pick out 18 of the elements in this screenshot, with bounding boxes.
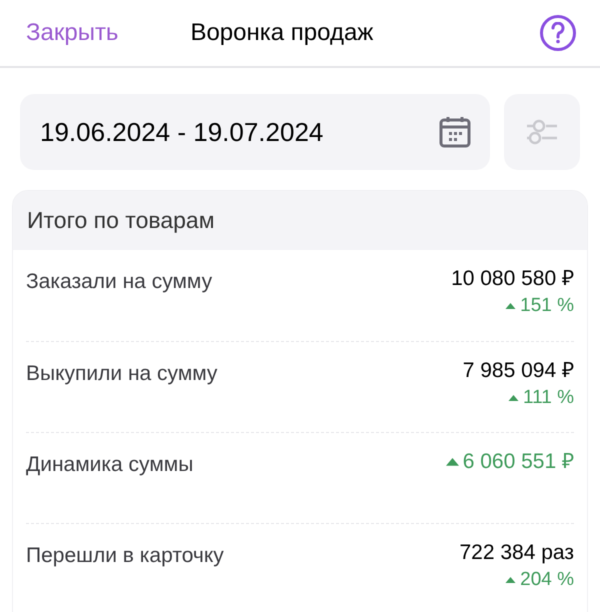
metric-label: Заказали на сумму — [26, 269, 212, 295]
change-percent: 151 % — [520, 294, 574, 318]
metric-label: Выкупили на сумму — [26, 361, 218, 387]
change-percent: 111 % — [522, 386, 574, 410]
change-percent: 204 % — [520, 568, 574, 592]
sliders-icon — [525, 119, 559, 145]
metric-value: 722 384 раз — [460, 540, 574, 566]
date-range-field[interactable]: 19.06.2024 - 19.07.2024 — [20, 94, 490, 170]
metric-label: Динамика суммы — [26, 452, 194, 478]
help-icon[interactable] — [540, 15, 576, 51]
metric-value: 7 985 094 ₽ — [462, 358, 574, 384]
metric-value: 10 080 580 ₽ — [451, 266, 574, 292]
page-title: Воронка продаж — [190, 18, 374, 48]
metric-label: Перешли в карточку — [26, 543, 224, 569]
metric-value: 6 060 551 ₽ — [462, 449, 574, 475]
calendar-icon[interactable] — [438, 115, 472, 149]
close-link[interactable]: Закрыть — [26, 15, 118, 51]
card-title: Итого по товарам — [27, 206, 215, 236]
